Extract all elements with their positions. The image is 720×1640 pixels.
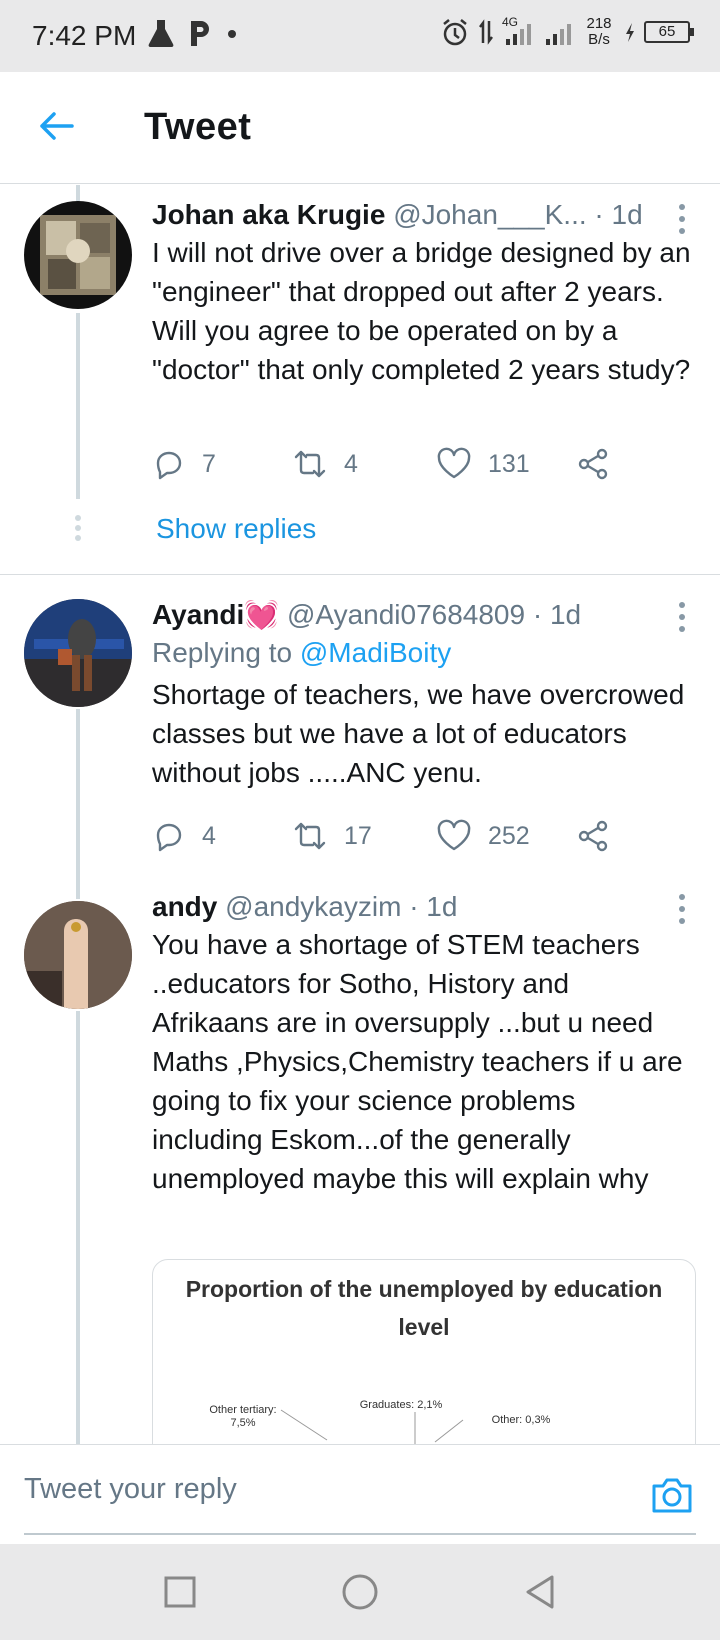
thread-line [76,709,80,865]
back-triangle-icon[interactable] [520,1572,560,1612]
tweet-time: 1d [611,199,643,230]
app-header: Tweet [0,72,720,184]
replying-to: Replying to @MadiBoity [152,637,452,668]
tweet-text: I will not drive over a bridge designed … [152,237,691,385]
reply-icon [156,451,182,480]
pie-leader-lines [280,1409,464,1444]
reply-input[interactable]: Tweet your reply [24,1473,237,1506]
tweet-time: 1d [426,891,458,922]
page-title: Tweet [144,106,252,148]
tweet-meta: Johan aka Krugie @Johan___K... · 1d [152,199,643,230]
retweet-count: 4 [344,449,358,478]
thread-line [76,865,80,899]
back-arrow-icon[interactable] [36,106,76,146]
retweet-icon [294,822,326,850]
tweet-meta: Ayandi💓 @Ayandi07684809 · 1d [152,599,582,630]
tweet-text: You have a shortage of STEM teachers ..e… [152,929,683,1194]
heart-emoji: 💓 [244,599,280,630]
battery-icon: 65 [644,21,694,43]
charging-icon [626,23,634,42]
author-name[interactable]: Ayandi [152,599,244,630]
heart-icon [437,819,471,851]
share-action[interactable] [576,447,610,481]
avatar[interactable] [24,201,132,309]
tweet-johan[interactable]: Johan aka Krugie @Johan___K... · 1d I wi… [0,185,720,573]
camera-icon[interactable] [650,1475,694,1515]
reply-icon [156,823,182,852]
like-action[interactable]: 131 [436,447,530,481]
replying-to-link[interactable]: @MadiBoity [300,637,451,668]
signal-4g-icon: 4G [502,15,536,47]
share-icon [578,820,608,852]
reply-composer: Tweet your reply [0,1444,720,1544]
tweet-body: Johan aka Krugie @Johan___K... · 1d I wi… [152,197,692,389]
alarm-icon [443,19,467,46]
tweet-body: Ayandi💓 @Ayandi07684809 · 1d Replying to… [152,597,692,792]
retweet-count: 17 [344,821,372,850]
author-handle[interactable]: @Ayandi07684809 [287,599,525,630]
like-action[interactable]: 252 [436,819,530,853]
reply-input-underline [24,1533,696,1535]
flask-icon [148,20,174,47]
author-name[interactable]: Johan aka Krugie [152,199,385,230]
status-notification-icons [148,18,238,48]
retweet-action[interactable]: 17 [292,819,372,853]
retweet-icon [294,450,326,478]
tweet-ayandi[interactable]: Ayandi💓 @Ayandi07684809 · 1d Replying to… [0,575,720,865]
author-handle[interactable]: @Johan___K... [393,199,586,230]
signal-icon [546,24,571,45]
thread-line [76,1011,80,1444]
share-action[interactable] [576,819,610,853]
reply-count: 7 [202,449,216,478]
retweet-action[interactable]: 4 [292,447,358,481]
p-app-icon [191,21,209,46]
tweet-text: Shortage of teachers, we have overcrowed… [152,679,685,788]
home-circle-icon[interactable] [340,1572,380,1612]
avatar[interactable] [24,599,132,707]
tweet-meta: andy @andykayzim · 1d [152,891,458,922]
tweet-body: andy @andykayzim · 1d You have a shortag… [152,889,692,1198]
system-nav-bar [0,1544,720,1640]
more-options-icon[interactable] [672,891,692,927]
reply-action[interactable]: 7 [152,447,216,481]
more-options-icon[interactable] [672,599,692,635]
net-speed: 218 B/s [586,15,612,48]
dot-icon [228,30,236,38]
tweet-actions: 4 17 252 [152,819,622,859]
more-options-icon[interactable] [672,201,692,237]
author-handle[interactable]: @andykayzim [225,891,401,922]
show-replies-link[interactable]: Show replies [156,513,316,545]
thread-dots [75,515,81,541]
tweet-andy[interactable]: andy @andykayzim · 1d You have a shortag… [0,865,720,1444]
author-name[interactable]: andy [152,891,217,922]
thread-line [76,313,80,499]
status-bar: 7:42 PM 4G 218 B/s 65 [0,0,720,72]
reply-count: 4 [202,821,216,850]
share-icon [578,448,608,480]
like-count: 252 [488,821,530,850]
recents-square-icon[interactable] [160,1572,200,1612]
tweet-actions: 7 4 131 [152,447,622,487]
avatar[interactable] [24,901,132,1009]
heart-icon [437,447,471,479]
data-transfer-icon [479,19,493,45]
tweet-time: 1d [549,599,582,630]
like-count: 131 [488,449,530,478]
reply-action[interactable]: 4 [152,819,216,853]
status-system-icons: 4G 218 B/s 65 [440,15,694,48]
attached-image[interactable]: Proportion of the unemployed by educatio… [152,1259,696,1444]
status-time: 7:42 PM [32,20,137,51]
